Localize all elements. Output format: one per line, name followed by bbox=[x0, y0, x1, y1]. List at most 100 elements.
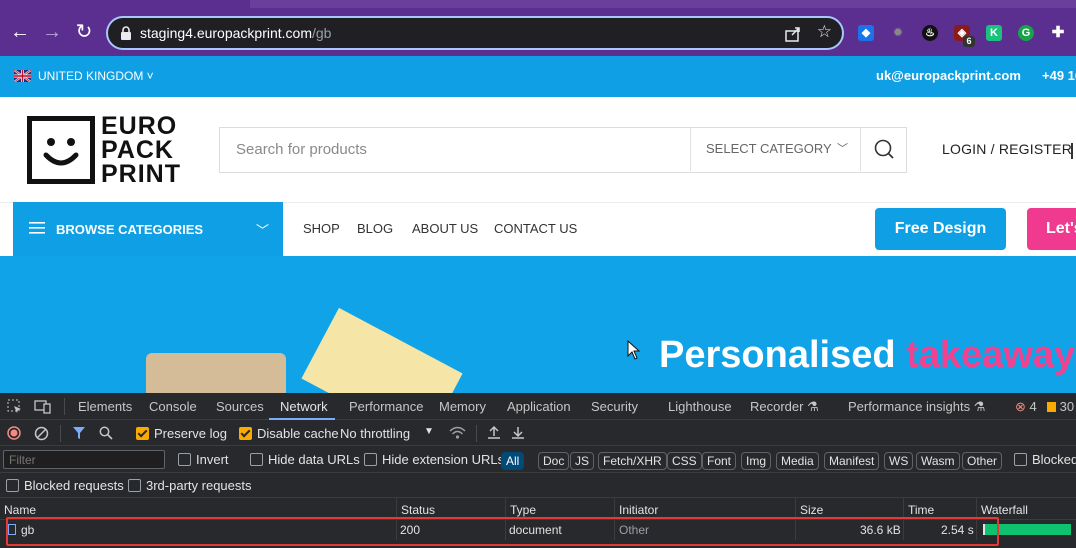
extension-shield-icon[interactable]: ◆ bbox=[858, 25, 874, 41]
blocked-requests-checkbox[interactable] bbox=[6, 479, 19, 492]
column-size[interactable]: Size bbox=[795, 498, 823, 519]
tab-performance[interactable]: Performance bbox=[349, 399, 423, 414]
hide-data-urls-checkbox[interactable] bbox=[250, 453, 263, 466]
contact-email[interactable]: uk@europackprint.com bbox=[876, 68, 1021, 83]
blocked-requests-bar: Blocked requests 3rd-party requests bbox=[0, 473, 1076, 498]
type-filter-wasm[interactable]: Wasm bbox=[916, 452, 960, 470]
type-filter-other[interactable]: Other bbox=[962, 452, 1003, 470]
disable-cache-checkbox[interactable] bbox=[239, 427, 252, 440]
tab-performance-insights[interactable]: Performance insights ⚗ bbox=[848, 399, 985, 415]
type-filter-css[interactable]: CSS bbox=[667, 452, 702, 470]
warning-count: 30 bbox=[1059, 399, 1075, 414]
extension-flame-icon[interactable]: ♨ bbox=[922, 25, 938, 41]
type-filter-img[interactable]: Img bbox=[741, 452, 772, 470]
tab-elements[interactable]: Elements bbox=[78, 399, 132, 414]
type-filter-doc[interactable]: Doc bbox=[538, 452, 570, 470]
device-toolbar-icon[interactable] bbox=[34, 399, 51, 414]
browse-categories-button[interactable]: BROWSE CATEGORIES ﹀ bbox=[13, 202, 283, 256]
type-filter-fetch-xhr[interactable]: Fetch/XHR bbox=[598, 452, 667, 470]
preserve-log-checkbox[interactable] bbox=[136, 427, 149, 440]
tab-lighthouse[interactable]: Lighthouse bbox=[668, 399, 732, 414]
column-status[interactable]: Status bbox=[396, 498, 435, 519]
country-selector[interactable]: UNITED KINGDOM ˅ bbox=[38, 69, 154, 83]
browser-toolbar: ← → ↻ staging4.europackprint.com/gb ☆ ◆ … bbox=[0, 8, 1076, 56]
type-filter-all[interactable]: All bbox=[501, 452, 525, 470]
lets-cta-button[interactable]: Let's bbox=[1027, 208, 1076, 250]
error-counter[interactable]: ⊗ 4 bbox=[1015, 399, 1037, 415]
column-type[interactable]: Type bbox=[505, 498, 536, 519]
type-filter-ws[interactable]: WS bbox=[884, 452, 914, 470]
type-filter-font[interactable]: Font bbox=[702, 452, 737, 470]
preserve-log-label: Preserve log bbox=[154, 426, 227, 441]
hero-title-white: Personalised bbox=[659, 334, 907, 376]
type-filter-manifest[interactable]: Manifest bbox=[824, 452, 880, 470]
mouse-cursor-icon bbox=[627, 340, 641, 360]
clear-icon[interactable] bbox=[34, 426, 49, 441]
bookmark-star-icon[interactable]: ☆ bbox=[817, 22, 832, 42]
hero-title-pink: takeaway bbox=[906, 334, 1076, 376]
cart-icon[interactable] bbox=[1071, 143, 1073, 159]
column-waterfall[interactable]: Waterfall bbox=[976, 498, 1028, 519]
site-logo[interactable]: EURO PACK PRINT bbox=[27, 112, 187, 187]
export-har-icon[interactable] bbox=[511, 425, 525, 440]
search-icon[interactable] bbox=[99, 426, 113, 440]
tab-performance-insights-label: Performance insights bbox=[848, 399, 971, 414]
filter-funnel-icon[interactable] bbox=[72, 426, 86, 440]
throttling-select[interactable]: No throttling ▼ bbox=[340, 426, 434, 441]
logo-text-euro: EURO bbox=[101, 112, 178, 140]
smiley-paper-image bbox=[301, 307, 463, 393]
url-text: staging4.europackprint.com/gb bbox=[140, 25, 332, 41]
login-register-link[interactable]: LOGIN / REGISTER bbox=[942, 141, 1072, 157]
invert-checkbox[interactable] bbox=[178, 453, 191, 466]
extension-k-icon[interactable]: K bbox=[986, 25, 1002, 41]
contact-phone[interactable]: +49 16 bbox=[1042, 68, 1076, 83]
inspect-element-icon[interactable] bbox=[7, 399, 22, 414]
product-search-bar: SELECT CATEGORY ﹀ bbox=[219, 127, 907, 173]
tab-network[interactable]: Network bbox=[280, 399, 328, 414]
extension-g-icon[interactable]: G bbox=[1018, 25, 1034, 41]
nav-link-blog[interactable]: BLOG bbox=[357, 221, 393, 236]
import-har-icon[interactable] bbox=[487, 425, 501, 440]
free-design-button[interactable]: Free Design bbox=[875, 208, 1006, 250]
dropdown-triangle-icon: ▼ bbox=[424, 426, 434, 437]
lock-icon bbox=[121, 26, 131, 40]
tab-application[interactable]: Application bbox=[507, 399, 571, 414]
extension-gear-icon[interactable]: ✹ bbox=[890, 25, 906, 41]
hamburger-menu-icon bbox=[29, 222, 45, 234]
browser-tab[interactable] bbox=[0, 0, 250, 8]
tab-sources[interactable]: Sources bbox=[216, 399, 264, 414]
forward-arrow-icon[interactable]: → bbox=[40, 20, 64, 44]
column-initiator[interactable]: Initiator bbox=[614, 498, 658, 519]
network-conditions-wifi-icon[interactable] bbox=[449, 426, 466, 440]
type-filter-media[interactable]: Media bbox=[776, 452, 819, 470]
search-input[interactable] bbox=[220, 128, 690, 171]
back-arrow-icon[interactable]: ← bbox=[8, 20, 32, 44]
warning-counter[interactable]: 30 bbox=[1047, 399, 1074, 414]
search-button[interactable] bbox=[860, 128, 906, 171]
third-party-requests-label: 3rd-party requests bbox=[146, 478, 252, 493]
tab-security[interactable]: Security bbox=[591, 399, 638, 414]
extensions-puzzle-icon[interactable]: ✚ bbox=[1050, 25, 1066, 41]
type-filter-js[interactable]: JS bbox=[570, 452, 595, 470]
address-bar[interactable]: staging4.europackprint.com/gb ☆ bbox=[106, 16, 844, 50]
share-icon[interactable] bbox=[784, 25, 802, 43]
hide-extension-urls-checkbox[interactable] bbox=[364, 453, 377, 466]
column-name[interactable]: Name bbox=[0, 498, 36, 519]
column-time[interactable]: Time bbox=[903, 498, 934, 519]
record-stop-icon[interactable] bbox=[7, 426, 21, 440]
category-select[interactable]: SELECT CATEGORY ﹀ bbox=[690, 128, 860, 171]
blocked-cookies-checkbox[interactable] bbox=[1014, 453, 1027, 466]
nav-link-shop[interactable]: SHOP bbox=[303, 221, 340, 236]
third-party-requests-checkbox[interactable] bbox=[128, 479, 141, 492]
reload-icon[interactable]: ↻ bbox=[72, 20, 96, 44]
tab-console[interactable]: Console bbox=[149, 399, 197, 414]
filter-input[interactable] bbox=[3, 450, 165, 469]
error-icon: ⊗ bbox=[1015, 399, 1026, 414]
nav-link-contact-us[interactable]: CONTACT US bbox=[494, 221, 577, 236]
tab-recorder[interactable]: Recorder ⚗ bbox=[750, 399, 819, 415]
tab-recorder-label: Recorder bbox=[750, 399, 804, 414]
tab-memory[interactable]: Memory bbox=[439, 399, 486, 414]
disable-cache-label: Disable cache bbox=[257, 426, 339, 441]
nav-link-about-us[interactable]: ABOUT US bbox=[412, 221, 478, 236]
toolbar-divider bbox=[476, 425, 477, 442]
